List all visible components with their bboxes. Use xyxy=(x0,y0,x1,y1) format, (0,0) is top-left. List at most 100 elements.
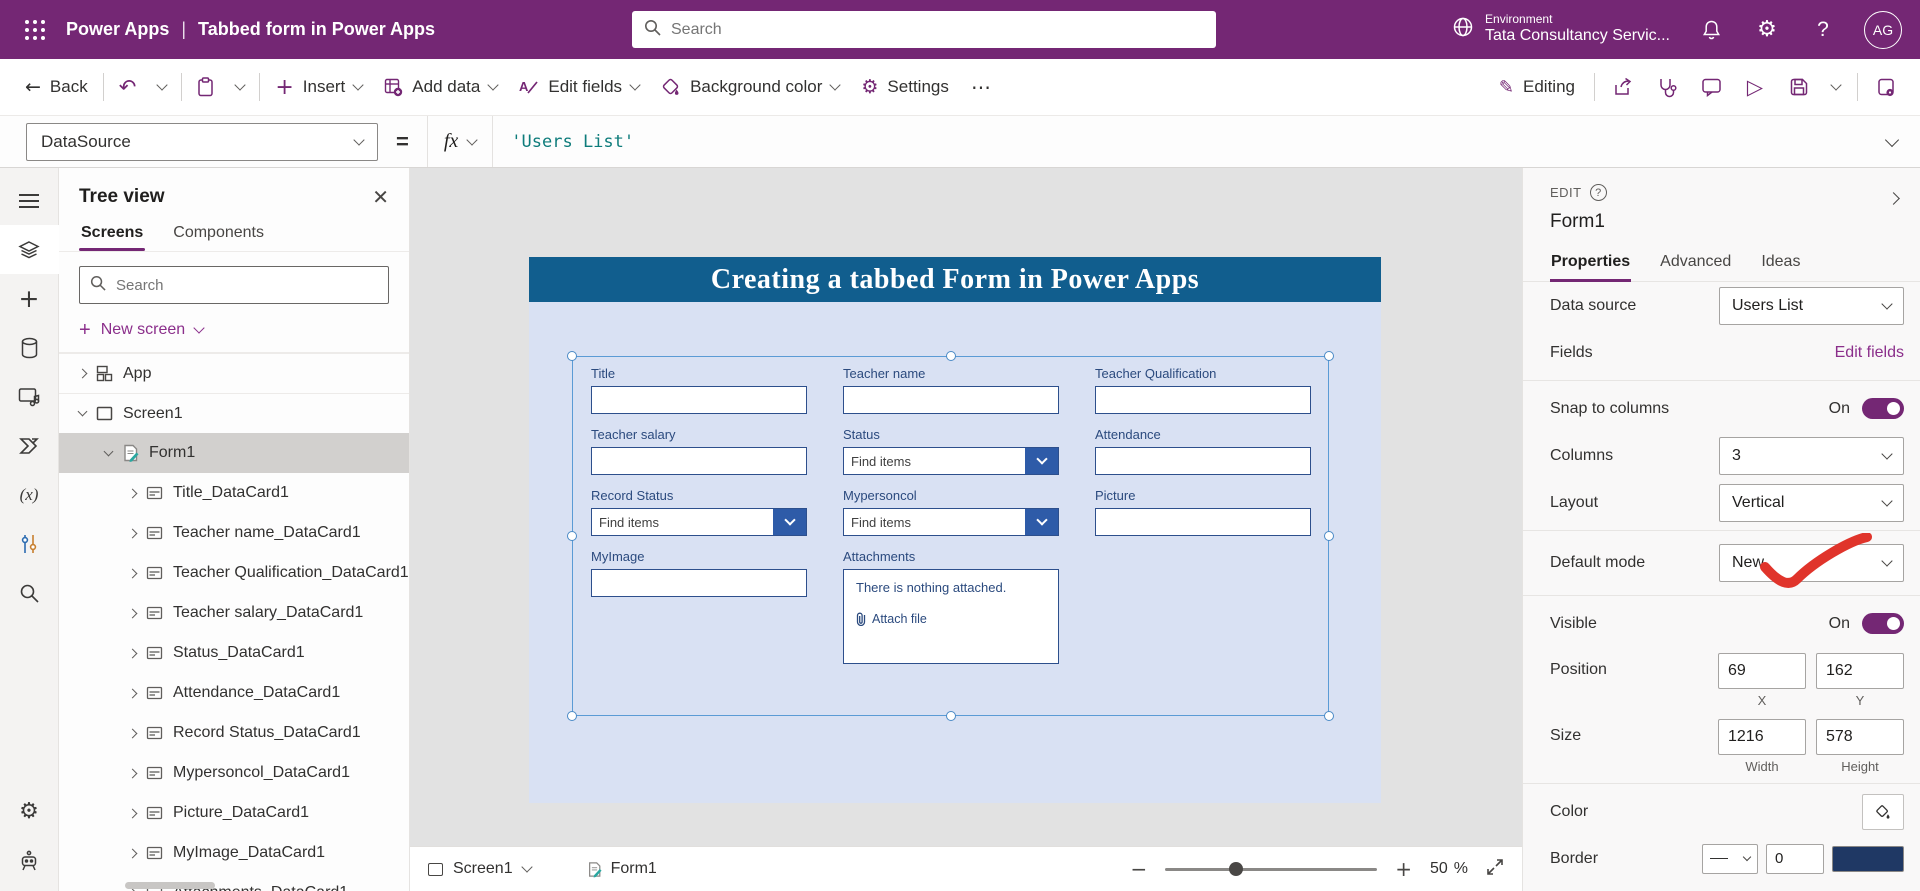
resize-handle[interactable] xyxy=(567,531,577,541)
chevron-right-icon[interactable] xyxy=(127,528,138,538)
help-circle-icon[interactable]: ? xyxy=(1589,184,1607,201)
text-input[interactable] xyxy=(591,386,807,414)
tree-item-app[interactable]: App xyxy=(59,353,409,393)
comments-icon[interactable] xyxy=(1691,67,1731,107)
dropdown-chevron-icon[interactable] xyxy=(773,509,806,535)
edit-fields-link[interactable]: Edit fields xyxy=(1835,344,1904,362)
zoom-slider[interactable] xyxy=(1165,861,1378,876)
fx-button[interactable]: fx xyxy=(426,116,492,167)
new-screen-button[interactable]: + New screen xyxy=(59,310,409,353)
border-color-swatch[interactable] xyxy=(1832,845,1904,872)
tree-item-datacard[interactable]: MyImage_DataCard1 xyxy=(59,833,409,873)
tree-item-datacard[interactable]: Mypersoncol_DataCard1 xyxy=(59,753,409,793)
environment-picker[interactable]: Environment Tata Consultancy Servic... xyxy=(1451,13,1670,45)
chevron-right-icon[interactable] xyxy=(127,608,138,618)
rail-media-icon[interactable] xyxy=(0,372,59,421)
size-width-input[interactable]: 1216 xyxy=(1718,719,1806,755)
save-options-chevron[interactable] xyxy=(1823,67,1849,107)
edit-fields-button[interactable]: A Edit fields xyxy=(508,67,650,107)
publish-icon[interactable] xyxy=(1866,67,1906,107)
chevron-right-icon[interactable] xyxy=(127,688,138,698)
resize-handle[interactable] xyxy=(945,351,956,361)
chevron-down-icon[interactable] xyxy=(77,406,88,417)
undo-menu-button[interactable] xyxy=(147,67,177,107)
rail-power-automate-icon[interactable] xyxy=(0,421,59,470)
position-y-input[interactable]: 162 xyxy=(1816,653,1904,689)
share-icon[interactable] xyxy=(1603,67,1643,107)
tab-ideas[interactable]: Ideas xyxy=(1760,249,1801,281)
rail-data-icon[interactable] xyxy=(0,323,59,372)
attach-file-link[interactable]: Attach file xyxy=(856,612,1046,626)
paste-button[interactable] xyxy=(186,67,225,107)
zoom-slider-handle[interactable] xyxy=(1228,861,1243,876)
resize-handle[interactable] xyxy=(567,711,577,721)
tree-item-datacard[interactable]: Attachments_DataCard1 xyxy=(59,873,409,891)
attachments-control[interactable]: There is nothing attached. Attach file xyxy=(843,569,1059,664)
rail-search-icon[interactable] xyxy=(0,568,59,617)
screen-tab[interactable]: Screen1 xyxy=(428,860,533,878)
chevron-right-icon[interactable] xyxy=(127,728,138,738)
resize-handle[interactable] xyxy=(1324,351,1334,361)
tab-advanced[interactable]: Advanced xyxy=(1659,249,1732,281)
text-input[interactable] xyxy=(591,447,807,475)
tree-item-datacard[interactable]: Picture_DataCard1 xyxy=(59,793,409,833)
data-source-select[interactable]: Users List xyxy=(1719,286,1904,325)
waffle-menu-icon[interactable] xyxy=(18,13,52,47)
chevron-right-icon[interactable] xyxy=(127,768,138,778)
tab-properties[interactable]: Properties xyxy=(1550,249,1632,282)
tree-item-datacard[interactable]: Title_DataCard1 xyxy=(59,473,409,513)
property-selector[interactable]: DataSource xyxy=(26,122,378,161)
dropdown-chevron-icon[interactable] xyxy=(1025,448,1058,474)
help-icon[interactable]: ? xyxy=(1808,15,1838,45)
text-input[interactable] xyxy=(1095,386,1311,414)
default-mode-select[interactable]: New xyxy=(1719,533,1904,588)
rail-insert-icon[interactable]: + xyxy=(0,274,59,323)
panel-collapse-chevron[interactable] xyxy=(1887,190,1900,208)
toolbar-overflow-button[interactable]: ⋯ xyxy=(960,67,1002,107)
tree-item-datacard[interactable]: Teacher Qualification_DataCard1 xyxy=(59,553,409,593)
visible-toggle[interactable] xyxy=(1862,613,1904,634)
back-button[interactable]: ← Back xyxy=(14,67,99,107)
chevron-down-icon[interactable] xyxy=(103,446,114,456)
snap-toggle[interactable] xyxy=(1862,398,1904,419)
rail-advanced-tools-icon[interactable] xyxy=(0,519,59,568)
dropdown[interactable]: Find items xyxy=(843,508,1059,536)
formula-input[interactable]: 'Users List' xyxy=(492,116,1864,167)
zoom-out-button[interactable]: − xyxy=(1130,857,1147,881)
horizontal-scrollbar[interactable] xyxy=(125,882,215,889)
border-width-input[interactable]: 0 xyxy=(1766,843,1824,874)
insert-button[interactable]: + Insert xyxy=(264,67,373,107)
size-height-input[interactable]: 578 xyxy=(1816,719,1904,755)
close-icon[interactable]: ✕ xyxy=(372,187,389,207)
chevron-right-icon[interactable] xyxy=(127,848,138,858)
editing-mode-button[interactable]: ✎ Editing xyxy=(1488,67,1586,107)
text-input[interactable] xyxy=(1095,508,1311,536)
border-style-select[interactable] xyxy=(1702,843,1758,874)
app-screen[interactable]: Creating a tabbed Form in Power Apps Tit… xyxy=(529,257,1381,803)
rail-tree-view-icon[interactable] xyxy=(0,225,59,274)
text-input[interactable] xyxy=(591,569,807,597)
tree-item-datacard[interactable]: Teacher salary_DataCard1 xyxy=(59,593,409,633)
rail-settings-gear-icon[interactable]: ⚙ xyxy=(0,787,59,836)
tab-screens[interactable]: Screens xyxy=(79,218,146,251)
notifications-bell-icon[interactable] xyxy=(1696,15,1726,45)
background-color-button[interactable]: Background color xyxy=(650,67,850,107)
tree-item-datacard[interactable]: Attendance_DataCard1 xyxy=(59,673,409,713)
rail-menu-icon[interactable] xyxy=(0,176,59,225)
text-input[interactable] xyxy=(843,386,1059,414)
resize-handle[interactable] xyxy=(567,351,577,361)
app-name[interactable]: Power Apps xyxy=(66,19,169,40)
layout-select[interactable]: Vertical xyxy=(1719,483,1904,522)
search-input[interactable] xyxy=(671,20,1204,39)
color-picker-button[interactable] xyxy=(1862,793,1904,830)
undo-button[interactable]: ↶ xyxy=(108,67,148,107)
zoom-in-button[interactable]: + xyxy=(1395,857,1412,881)
resize-handle[interactable] xyxy=(1324,711,1334,721)
position-x-input[interactable]: 69 xyxy=(1718,653,1806,689)
dropdown-chevron-icon[interactable] xyxy=(1025,509,1058,535)
paste-menu-button[interactable] xyxy=(225,67,255,107)
form-tab[interactable]: Form1 xyxy=(587,860,657,878)
global-search[interactable] xyxy=(632,11,1216,48)
tree-item-form1[interactable]: Form1 xyxy=(59,433,409,473)
dropdown[interactable]: Find items xyxy=(843,447,1059,475)
